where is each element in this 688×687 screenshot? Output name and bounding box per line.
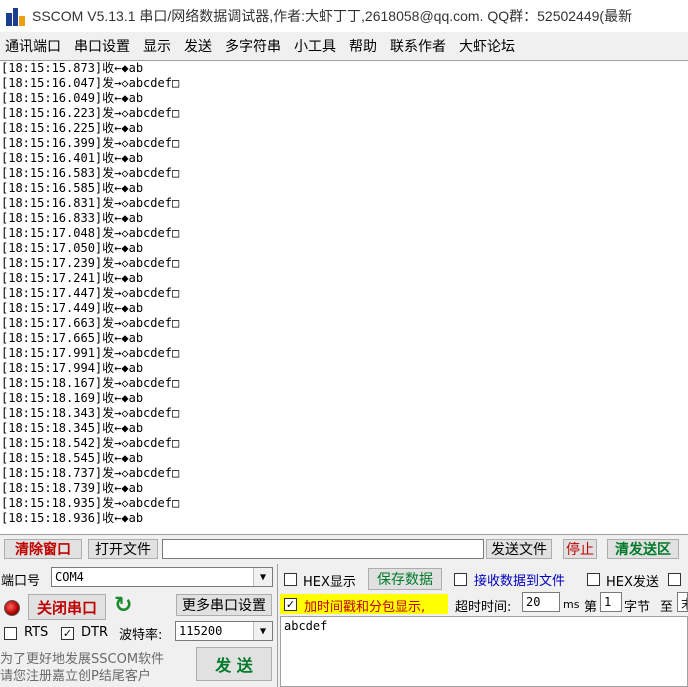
app-logo-icon <box>5 5 27 27</box>
log-line: [18:15:17.991]发→◇abcdef□ <box>1 346 180 360</box>
refresh-icon[interactable]: ↻ <box>114 594 136 618</box>
more-serial-settings-button[interactable]: 更多串口设置 <box>176 594 272 616</box>
timeout-input[interactable]: 20 <box>522 592 560 612</box>
menu-tools[interactable]: 小工具 <box>289 36 344 56</box>
menu-forum[interactable]: 大虾论坛 <box>454 36 523 56</box>
log-line: [18:15:18.343]发→◇abcdef□ <box>1 406 180 420</box>
log-line: [18:15:16.585]收←◆ab <box>1 181 144 195</box>
hex-display-checkbox[interactable] <box>284 573 297 586</box>
log-line: [18:15:17.050]收←◆ab <box>1 241 144 255</box>
clear-send-area-button[interactable]: 清发送区 <box>607 539 679 559</box>
port-select[interactable]: COM4 ▼ <box>51 567 273 587</box>
baud-rate-value: 115200 <box>179 624 223 638</box>
byte-prefix-label: 第 <box>584 600 598 615</box>
log-line: [18:15:18.935]发→◇abcdef□ <box>1 496 180 510</box>
window-title: SSCOM V5.13.1 串口/网络数据调试器,作者:大虾丁丁,2618058… <box>32 8 633 24</box>
send-button[interactable]: 发 送 <box>196 647 272 681</box>
menu-help[interactable]: 帮助 <box>344 36 385 56</box>
baud-rate-select[interactable]: 115200 ▼ <box>175 621 273 641</box>
log-line: [18:15:16.583]发→◇abcdef□ <box>1 166 180 180</box>
timestamp-label: 加时间戳和分包显示, <box>304 600 426 615</box>
log-line: [18:15:16.047]发→◇abcdef□ <box>1 76 180 90</box>
save-data-button[interactable]: 保存数据 <box>368 568 442 590</box>
send-file-button[interactable]: 发送文件 <box>486 539 552 559</box>
file-toolbar: 清除窗口 打开文件 发送文件 停止 清发送区 <box>0 537 688 561</box>
timestamp-checkbox[interactable]: ✓ <box>284 598 297 611</box>
stop-button[interactable]: 停止 <box>563 539 597 559</box>
panel-divider <box>277 564 278 687</box>
byte-end-input[interactable]: 末 <box>677 592 688 612</box>
rts-checkbox[interactable] <box>4 627 17 640</box>
log-line: [18:15:18.345]收←◆ab <box>1 421 144 435</box>
menu-contact-author[interactable]: 联系作者 <box>385 36 454 56</box>
log-line: [18:15:16.401]收←◆ab <box>1 151 144 165</box>
log-line: [18:15:17.665]收←◆ab <box>1 331 144 345</box>
receive-log-area[interactable]: [18:15:15.873]收←◆ab [18:15:16.047]发→◇abcd… <box>0 60 688 535</box>
promo-line-2[interactable]: 请您注册嘉立创P结尾客户 <box>0 665 151 684</box>
menu-multi-string[interactable]: 多字符串 <box>220 36 289 56</box>
log-line: [18:15:17.449]收←◆ab <box>1 301 144 315</box>
log-line: [18:15:15.873]收←◆ab <box>1 61 144 75</box>
log-line: [18:15:18.542]发→◇abcdef□ <box>1 436 180 450</box>
to-label: 至 <box>660 600 674 615</box>
log-line: [18:15:16.225]收←◆ab <box>1 121 144 135</box>
log-line: [18:15:17.048]发→◇abcdef□ <box>1 226 180 240</box>
send-text-area[interactable]: abcdef <box>280 616 688 687</box>
log-line: [18:15:18.545]收←◆ab <box>1 451 144 465</box>
hex-send-checkbox[interactable] <box>587 573 600 586</box>
timeout-label: 超时时间: <box>455 600 512 615</box>
receive-to-file-label: 接收数据到文件 <box>474 574 566 589</box>
rts-label: RTS <box>24 625 49 640</box>
file-path-input[interactable] <box>162 539 484 559</box>
port-label: 端口号 <box>1 574 41 589</box>
timed-send-checkbox[interactable] <box>668 573 681 586</box>
log-line: [18:15:16.833]收←◆ab <box>1 211 144 225</box>
log-line: [18:15:16.049]收←◆ab <box>1 91 144 105</box>
log-line: [18:15:16.831]发→◇abcdef□ <box>1 196 180 210</box>
receive-to-file-checkbox[interactable] <box>454 573 467 586</box>
log-line: [18:15:18.739]收←◆ab <box>1 481 144 495</box>
menu-serial-settings[interactable]: 串口设置 <box>69 36 138 56</box>
log-line: [18:15:18.936]收←◆ab <box>1 511 144 525</box>
port-value: COM4 <box>55 570 84 584</box>
menu-bar: 通讯端口 串口设置 显示 发送 多字符串 小工具 帮助 联系作者 大虾论坛 <box>0 32 688 60</box>
log-line: [18:15:18.167]发→◇abcdef□ <box>1 376 180 390</box>
menu-comm-port[interactable]: 通讯端口 <box>0 36 69 56</box>
log-line: [18:15:17.663]发→◇abcdef□ <box>1 316 180 330</box>
log-line: [18:15:17.241]收←◆ab <box>1 271 144 285</box>
port-status-icon <box>4 600 20 616</box>
log-line: [18:15:17.447]发→◇abcdef□ <box>1 286 180 300</box>
title-bar: SSCOM V5.13.1 串口/网络数据调试器,作者:大虾丁丁,2618058… <box>0 0 688 32</box>
log-line: [18:15:18.737]发→◇abcdef□ <box>1 466 180 480</box>
timeout-unit: ms <box>563 598 580 611</box>
log-line: [18:15:16.223]发→◇abcdef□ <box>1 106 180 120</box>
chevron-down-icon: ▼ <box>253 622 272 640</box>
byte-start-input[interactable]: 1 <box>600 592 622 612</box>
open-file-button[interactable]: 打开文件 <box>88 539 158 559</box>
dtr-label: DTR <box>81 625 108 640</box>
menu-send[interactable]: 发送 <box>179 36 220 56</box>
clear-window-button[interactable]: 清除窗口 <box>4 539 82 559</box>
log-line: [18:15:17.994]收←◆ab <box>1 361 144 375</box>
log-line: [18:15:17.239]发→◇abcdef□ <box>1 256 180 270</box>
hex-send-label: HEX发送 <box>606 575 659 590</box>
log-line: [18:15:18.169]收←◆ab <box>1 391 144 405</box>
baud-rate-label: 波特率: <box>119 628 163 643</box>
byte-suffix-label: 字节 <box>624 600 651 615</box>
menu-display[interactable]: 显示 <box>138 36 179 56</box>
close-port-button[interactable]: 关闭串口 <box>28 594 106 620</box>
dtr-checkbox[interactable]: ✓ <box>61 627 74 640</box>
log-line: [18:15:16.399]发→◇abcdef□ <box>1 136 180 150</box>
chevron-down-icon: ▼ <box>253 568 272 586</box>
hex-display-label: HEX显示 <box>303 575 356 590</box>
